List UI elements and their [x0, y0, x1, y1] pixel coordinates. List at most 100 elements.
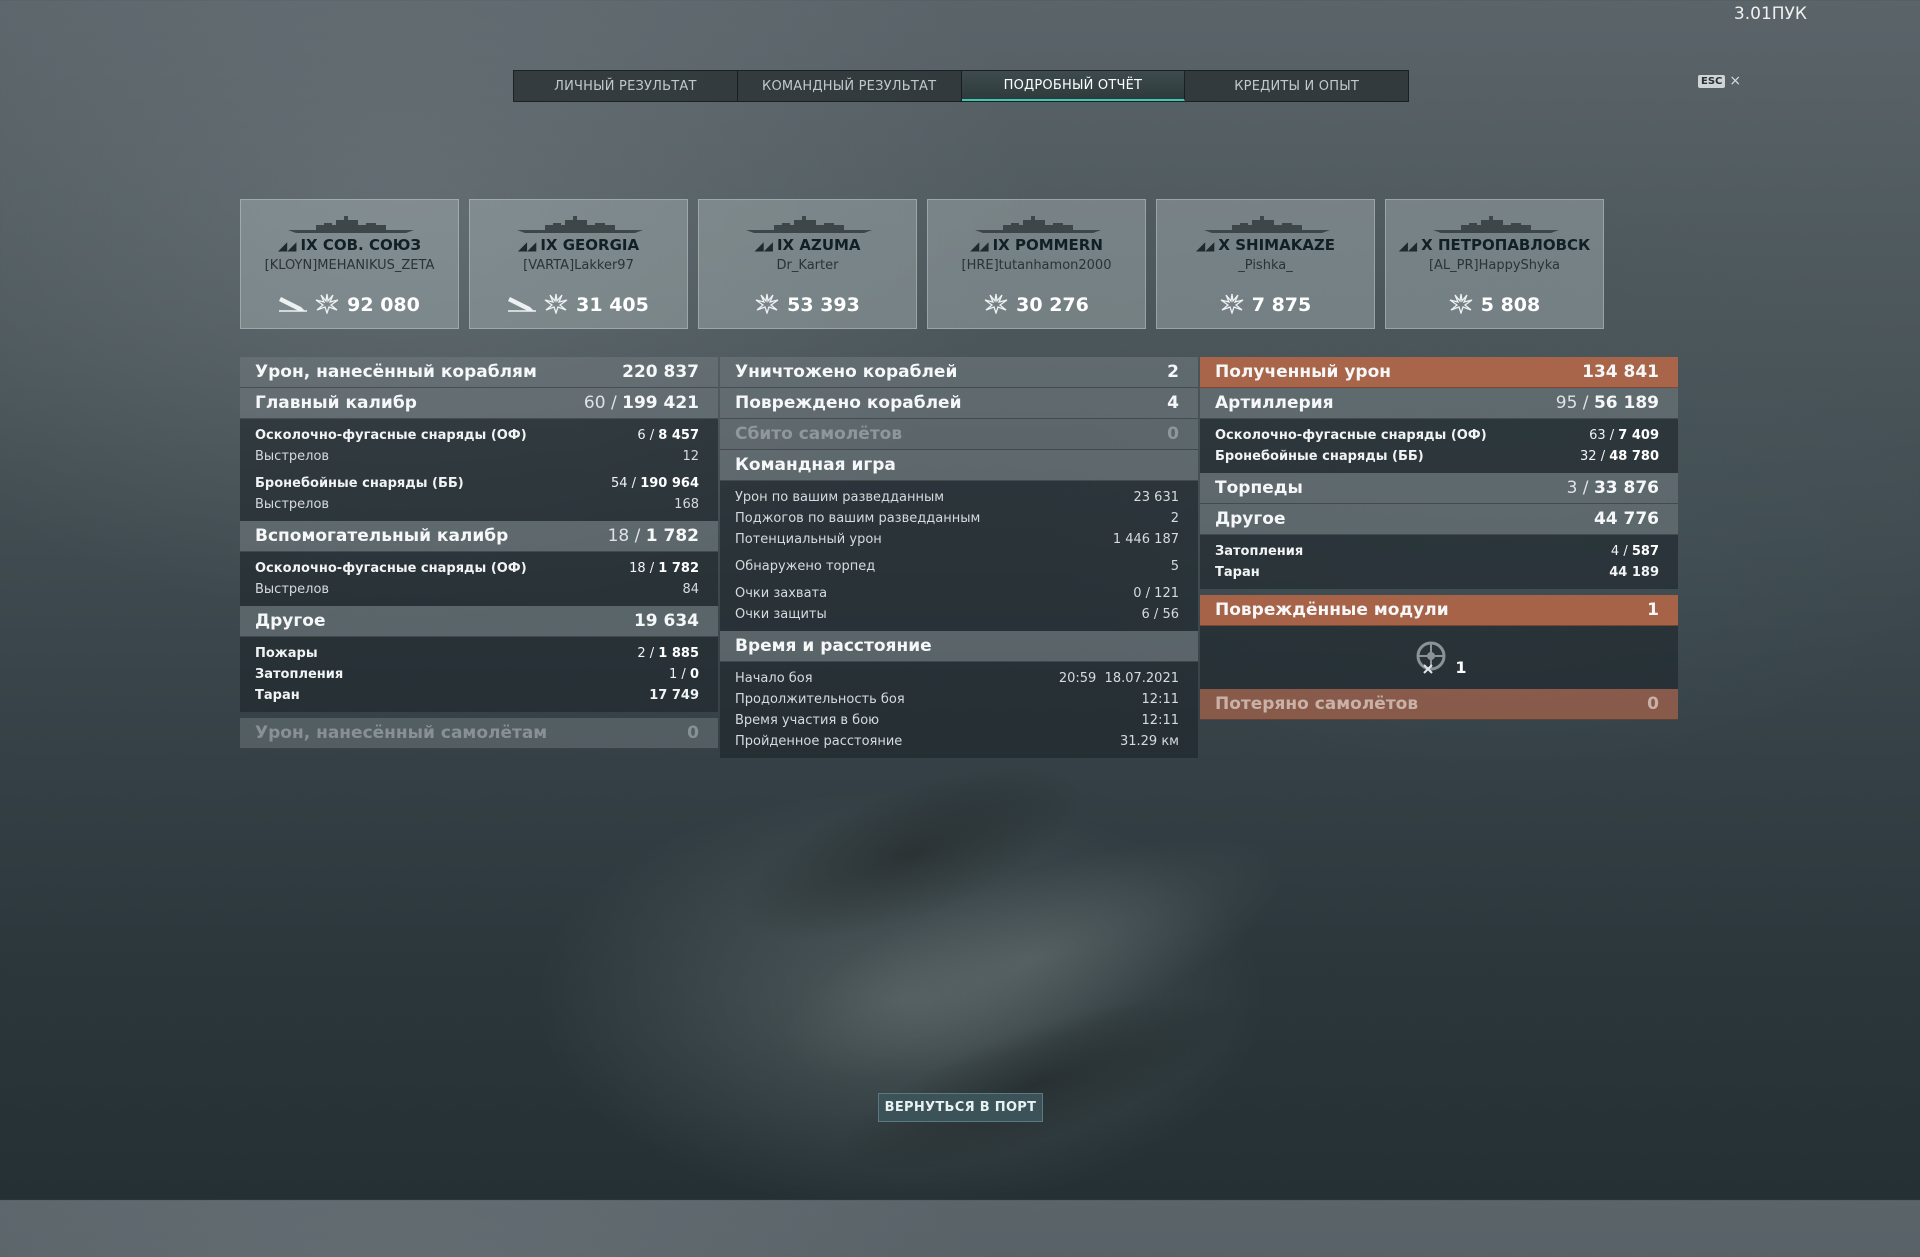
duration-value: 12:11 — [1141, 692, 1179, 707]
damaged-modules-list: 1 — [1200, 626, 1678, 689]
damaged-header: Повреждено кораблей 4 — [720, 388, 1198, 419]
ship-tier: IX — [776, 236, 795, 254]
ship-damage-value: 7 875 — [1251, 294, 1312, 316]
ship-name: ◢◢ IX POMMERN — [928, 236, 1145, 254]
player-name: [AL_PR]HappyShyka — [1428, 258, 1561, 273]
torpedoes-value: 33 876 — [1593, 478, 1659, 498]
received-other-details: Затопления 4 / 587 Таран 44 189 — [1200, 535, 1678, 589]
ship-class-icon: ◢◢ — [278, 239, 297, 253]
defense-value: 6 / 56 — [1141, 607, 1179, 622]
damage-dealt-column: Урон, нанесённый кораблям 220 837 Главны… — [240, 357, 718, 749]
main-he-shots-row: Выстрелов 12 — [255, 446, 699, 467]
damage-planes-header: Урон, нанесённый самолётам 0 — [240, 718, 718, 749]
explosion-icon — [1220, 292, 1244, 318]
destroyed-value: 2 — [1167, 362, 1179, 382]
secondary-label: Вспомогательный калибр — [255, 526, 509, 546]
ship-class-icon: ◢◢ — [1398, 239, 1418, 253]
ship-title: ПЕТРОПАВЛОВСК — [1437, 236, 1591, 254]
tab-credits-xp[interactable]: КРЕДИТЫ И ОПЫТ — [1185, 71, 1408, 101]
player-name: [KLOYN]MEHANIKUS_ZETA — [264, 258, 435, 273]
torps-spotted-row: Обнаружено торпед 5 — [735, 556, 1179, 577]
explosion-icon — [1449, 292, 1473, 318]
artillery-hits: 95 — [1555, 393, 1578, 413]
ship-name: ◢◢ IX GEORGIA — [470, 236, 687, 254]
damage-planes-label: Урон, нанесённый самолётам — [255, 723, 548, 743]
main-ap-hits: 54 — [610, 476, 628, 491]
main-he-shots-value: 12 — [682, 449, 699, 464]
return-to-port-button[interactable]: ВЕРНУТЬСЯ В ПОРТ — [878, 1093, 1043, 1122]
capture-label: Очки захвата — [735, 586, 828, 601]
explosion-icon — [544, 292, 568, 318]
torps-spotted-label: Обнаружено торпед — [735, 559, 876, 574]
main-ap-row: Бронебойные снаряды (ББ) 54 / 190 964 — [255, 476, 699, 491]
ship-damage-value: 31 405 — [576, 294, 649, 316]
tab-team-result[interactable]: КОМАНДНЫЙ РЕЗУЛЬТАТ — [738, 71, 962, 101]
defense-row: Очки защиты 6 / 56 — [735, 604, 1179, 625]
damage-received-column: Полученный урон 134 841 Артиллерия 95 / … — [1200, 357, 1678, 720]
defense-label: Очки защиты — [735, 607, 827, 622]
ship-title: SHIMAKAZE — [1235, 236, 1336, 254]
ship-class-icon: ◢◢ — [754, 239, 773, 253]
sec-he-row: Осколочно-фугасные снаряды (ОФ) 18 / 1 7… — [255, 561, 699, 576]
ship-damage-stats: 31 405 — [470, 292, 687, 318]
received-ram-row: Таран 44 189 — [1215, 562, 1659, 583]
version-label: 3.01ПУК — [1733, 4, 1807, 24]
ship-name: ◢◢ X SHIMAKAZE — [1157, 236, 1374, 254]
received-he-value: 7 409 — [1618, 428, 1659, 443]
ship-damage-stats: 7 875 — [1157, 292, 1374, 318]
main-he-hits: 6 — [637, 428, 646, 443]
ship-silhouette-icon — [515, 216, 645, 234]
ship-card[interactable]: ◢◢ IX AZUMA Dr_Karter 53 393 — [698, 199, 917, 329]
capture-row: Очки захвата 0 / 121 — [735, 583, 1179, 604]
planes-shot-value: 0 — [1167, 424, 1179, 444]
main-he-row: Осколочно-фугасные снаряды (ОФ) 6 / 8 45… — [255, 428, 699, 443]
received-he-hits: 63 — [1589, 428, 1606, 443]
damage-ships-header: Урон, нанесённый кораблям 220 837 — [240, 357, 718, 388]
damage-ships-label: Урон, нанесённый кораблям — [255, 362, 537, 382]
received-he-label: Осколочно-фугасные снаряды (ОФ) — [1215, 428, 1487, 443]
fires-hits: 2 — [637, 646, 646, 661]
ship-card[interactable]: ◢◢ X SHIMAKAZE _Pishka_ 7 875 — [1156, 199, 1375, 329]
participation-value: 12:11 — [1141, 713, 1179, 728]
time-distance-header: Время и расстояние — [720, 631, 1198, 662]
main-battery-label: Главный калибр — [255, 393, 417, 413]
ship-damage-value: 5 808 — [1480, 294, 1541, 316]
fires-row: Пожары 2 / 1 885 — [255, 646, 699, 661]
ship-tier: X — [1421, 236, 1433, 254]
secondary-header: Вспомогательный калибр 18 / 1 782 — [240, 521, 718, 552]
close-control[interactable]: ESC × — [1698, 73, 1741, 89]
potential-damage-value: 1 446 187 — [1112, 532, 1179, 547]
sec-he-hits: 18 — [629, 561, 646, 576]
main-ap-shots-row: Выстрелов 168 — [255, 494, 699, 515]
artillery-header: Артиллерия 95 / 56 189 — [1200, 388, 1678, 419]
torpedo-icon — [279, 293, 308, 317]
spotting-damage-value: 23 631 — [1133, 490, 1180, 505]
artillery-details: Осколочно-фугасные снаряды (ОФ) 63 / 7 4… — [1200, 419, 1678, 473]
sec-he-shots-row: Выстрелов 84 — [255, 579, 699, 600]
main-battery-details: Осколочно-фугасные снаряды (ОФ) 6 / 8 45… — [240, 419, 718, 521]
floods-label: Затопления — [255, 667, 344, 682]
ship-card[interactable]: ◢◢ IX POMMERN [HRE]tutanhamon2000 30 276 — [927, 199, 1146, 329]
ship-silhouette-icon — [744, 216, 874, 234]
ship-damage-value: 92 080 — [347, 294, 420, 316]
ship-card[interactable]: ◢◢ IX СОВ. СОЮЗ [KLOYN]MEHANIKUS_ZETA 92 08… — [240, 199, 459, 329]
damaged-label: Повреждено кораблей — [735, 393, 962, 413]
tab-personal-result[interactable]: ЛИЧНЫЙ РЕЗУЛЬТАТ — [514, 71, 738, 101]
ship-card[interactable]: ◢◢ X ПЕТРОПАВЛОВСК [AL_PR]HappyShyka 5 808 — [1385, 199, 1604, 329]
ship-silhouette-icon — [1202, 216, 1332, 234]
time-distance-label: Время и расстояние — [735, 636, 932, 656]
floods-value: 0 — [689, 667, 699, 682]
main-ap-shots-label: Выстрелов — [255, 497, 330, 512]
ship-card[interactable]: ◢◢ IX GEORGIA [VARTA]Lakker97 31 405 — [469, 199, 688, 329]
steering-module-icon[interactable] — [1411, 638, 1451, 678]
ship-damage-stats: 5 808 — [1386, 292, 1603, 318]
ship-name: ◢◢ IX СОВ. СОЮЗ — [241, 236, 458, 254]
received-floods-hits: 4 — [1610, 544, 1620, 559]
other-damage-header: Другое 19 634 — [240, 606, 718, 637]
received-other-value: 44 776 — [1593, 509, 1659, 529]
received-other-header: Другое 44 776 — [1200, 504, 1678, 535]
close-icon[interactable]: × — [1729, 73, 1741, 89]
tab-detailed-report[interactable]: ПОДРОБНЫЙ ОТЧЁТ — [961, 71, 1186, 101]
planes-shot-header: Сбито самолётов 0 — [720, 419, 1198, 450]
ship-title: AZUMA — [799, 236, 861, 254]
